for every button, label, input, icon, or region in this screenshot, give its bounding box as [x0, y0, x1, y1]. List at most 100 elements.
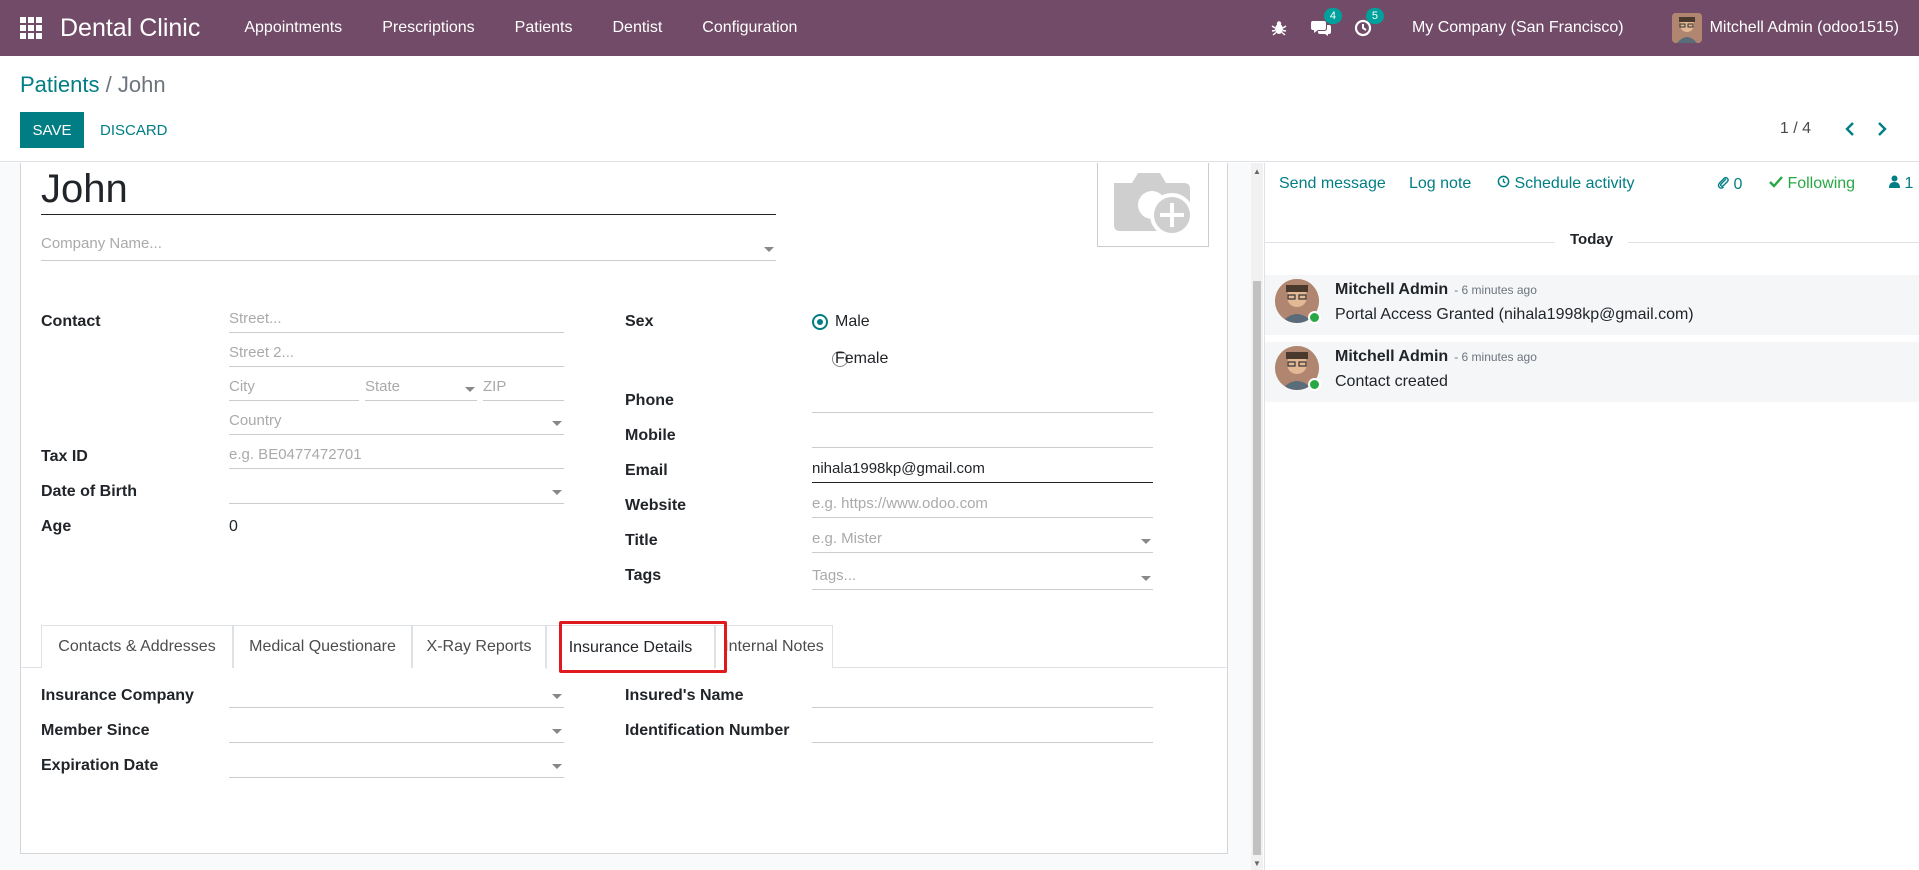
attachments-button[interactable]: 0: [1717, 175, 1742, 194]
sex-male-radio[interactable]: [812, 314, 828, 330]
menu-appointments[interactable]: Appointments: [244, 19, 342, 37]
dob-input[interactable]: [229, 478, 564, 504]
tax-id-label: Tax ID: [41, 448, 88, 465]
pager-next-icon[interactable]: [1871, 118, 1893, 140]
member-since-input[interactable]: [229, 717, 564, 743]
form-sheet: John Company Name... Contact Street... S…: [20, 163, 1228, 854]
user-avatar[interactable]: [1671, 13, 1702, 43]
scroll-up-arrow-icon[interactable]: ▲: [1253, 167, 1261, 176]
save-button[interactable]: SAVE: [20, 112, 84, 148]
scroll-thumb[interactable]: [1253, 281, 1261, 855]
company-switcher[interactable]: My Company (San Francisco): [1412, 19, 1624, 37]
top-navbar: Dental Clinic Appointments Prescriptions…: [0, 0, 1919, 56]
email-input[interactable]: nihala1998kp@gmail.com: [812, 457, 1153, 483]
discard-button[interactable]: DISCARD: [92, 112, 176, 148]
menu-prescriptions[interactable]: Prescriptions: [382, 19, 474, 37]
insurance-company-label: Insurance Company: [41, 687, 194, 704]
activities-clock-icon[interactable]: 5: [1352, 8, 1384, 39]
schedule-activity-label: Schedule activity: [1514, 175, 1635, 192]
camera-add-icon: [1114, 172, 1194, 237]
title-dropdown-caret-icon: [1141, 539, 1151, 544]
company-name-input[interactable]: Company Name...: [41, 235, 776, 261]
tab-medical-questionare[interactable]: Medical Questionare: [233, 625, 412, 668]
messages-icon[interactable]: 4: [1310, 8, 1342, 39]
patient-name-input[interactable]: John: [41, 165, 776, 215]
message-author[interactable]: Mitchell Admin - 6 minutes ago: [1335, 281, 1537, 299]
form-view: John Company Name... Contact Street... S…: [0, 163, 1252, 870]
tab-highlight-box: [559, 621, 727, 673]
pager-previous-icon[interactable]: [1839, 118, 1861, 140]
contact-label: Contact: [41, 313, 101, 330]
debug-bug-icon[interactable]: [1268, 17, 1290, 39]
member-since-caret-icon: [552, 729, 562, 734]
sex-label: Sex: [625, 313, 654, 330]
send-message-button[interactable]: Send message: [1279, 175, 1386, 193]
country-dropdown-caret-icon: [552, 421, 562, 426]
street-input[interactable]: Street...: [229, 307, 564, 333]
messages-badge: 4: [1323, 8, 1342, 24]
patient-photo-upload[interactable]: [1097, 163, 1209, 247]
tab-internal-notes[interactable]: Internal Notes: [715, 625, 833, 668]
tags-input[interactable]: Tags...: [812, 564, 1153, 590]
street2-input[interactable]: Street 2...: [229, 341, 564, 367]
person-icon: [1889, 175, 1900, 188]
mobile-input[interactable]: [812, 422, 1153, 448]
form-scrollbar[interactable]: ▲ ▼: [1251, 163, 1263, 870]
apps-menu-icon[interactable]: [20, 17, 42, 39]
street-placeholder: Street...: [229, 310, 282, 327]
state-select[interactable]: State: [365, 375, 477, 401]
followers-button[interactable]: 1: [1889, 175, 1913, 193]
tax-id-placeholder: e.g. BE0477472701: [229, 446, 362, 463]
attachments-count: 0: [1733, 176, 1743, 193]
menu-configuration[interactable]: Configuration: [702, 19, 797, 37]
expiration-date-label: Expiration Date: [41, 757, 159, 774]
mobile-label: Mobile: [625, 427, 676, 444]
tax-id-input[interactable]: e.g. BE0477472701: [229, 443, 564, 469]
app-brand[interactable]: Dental Clinic: [60, 14, 200, 43]
phone-input[interactable]: [812, 387, 1153, 413]
message-time: - 6 minutes ago: [1454, 283, 1537, 297]
following-button[interactable]: Following: [1769, 175, 1855, 193]
breadcrumb-patients[interactable]: Patients: [20, 72, 100, 97]
message-body: Contact created: [1335, 373, 1448, 390]
tab-xray-reports[interactable]: X-Ray Reports: [412, 625, 546, 668]
insured-name-label: Insured's Name: [625, 687, 744, 704]
website-input[interactable]: e.g. https://www.odoo.com: [812, 492, 1153, 518]
user-menu[interactable]: Mitchell Admin (odoo1515): [1710, 19, 1899, 37]
insured-name-input[interactable]: [812, 682, 1153, 708]
log-note-button[interactable]: Log note: [1409, 175, 1471, 193]
breadcrumb: Patients / John: [20, 72, 166, 98]
pager-value[interactable]: 1 / 4: [1780, 120, 1811, 138]
scroll-down-arrow-icon[interactable]: ▼: [1253, 859, 1261, 868]
zip-placeholder: ZIP: [483, 378, 507, 395]
sex-male-label[interactable]: Male: [835, 313, 870, 331]
identification-number-label: Identification Number: [625, 722, 790, 739]
menu-patients[interactable]: Patients: [515, 19, 573, 37]
chatter-message: Mitchell Admin - 6 minutes ago Portal Acc…: [1265, 275, 1919, 335]
expiration-date-caret-icon: [552, 764, 562, 769]
company-name-placeholder: Company Name...: [41, 235, 162, 252]
dob-label: Date of Birth: [41, 483, 137, 500]
country-placeholder: Country: [229, 412, 282, 429]
identification-number-input[interactable]: [812, 717, 1153, 743]
dob-dropdown-caret-icon: [552, 490, 562, 495]
city-input[interactable]: City: [229, 375, 359, 401]
tags-dropdown-caret-icon: [1141, 576, 1151, 581]
expiration-date-input[interactable]: [229, 752, 564, 778]
insurance-company-select[interactable]: [229, 682, 564, 708]
sex-female-label[interactable]: Female: [835, 350, 888, 368]
tab-contacts-addresses[interactable]: Contacts & Addresses: [41, 625, 233, 668]
message-body: Portal Access Granted (nihala1998kp@gmai…: [1335, 306, 1694, 323]
title-select[interactable]: e.g. Mister: [812, 527, 1153, 553]
phone-label: Phone: [625, 392, 674, 409]
tags-placeholder: Tags...: [812, 567, 857, 584]
menu-dentist[interactable]: Dentist: [612, 19, 662, 37]
message-time: - 6 minutes ago: [1454, 350, 1537, 364]
schedule-activity-button[interactable]: Schedule activity: [1497, 175, 1635, 193]
country-select[interactable]: Country: [229, 409, 564, 435]
message-author[interactable]: Mitchell Admin - 6 minutes ago: [1335, 348, 1537, 366]
street2-placeholder: Street 2...: [229, 344, 295, 361]
state-placeholder: State: [365, 378, 401, 395]
email-label: Email: [625, 462, 668, 479]
zip-input[interactable]: ZIP: [483, 375, 564, 401]
